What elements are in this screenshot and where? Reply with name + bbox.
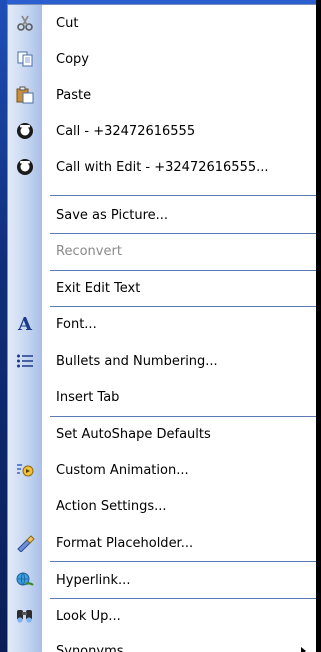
menu-item-label: Reconvert <box>56 243 122 259</box>
menu-separator <box>50 195 316 196</box>
menu-item-label: Cut <box>56 15 79 31</box>
menu-item-label: Save as Picture... <box>56 207 169 223</box>
menu-item-label: Synonyms <box>56 643 124 652</box>
submenu-arrow-icon <box>301 647 306 652</box>
menu-item-label: Call - +32472616555 <box>56 123 196 139</box>
menu-item-label: Font... <box>56 316 97 332</box>
hyperlink-icon <box>8 562 42 598</box>
menu-item-label: Custom Animation... <box>56 462 189 478</box>
menu-item-label: Set AutoShape Defaults <box>56 426 211 442</box>
menu-item-set-autoshape-defaults[interactable]: Set AutoShape Defaults <box>8 416 316 452</box>
menu-item-label: Look Up... <box>56 608 121 624</box>
menu-item-look-up[interactable]: Look Up... <box>8 598 316 634</box>
bullets-icon <box>8 343 42 379</box>
font-icon: A <box>18 313 32 335</box>
menu-item-reconvert[interactable]: Reconvert <box>8 233 316 269</box>
window-edge-left <box>0 0 7 652</box>
menu-item-copy[interactable]: Copy <box>8 41 316 77</box>
menu-item-bullets-and-numbering[interactable]: Bullets and Numbering... <box>8 343 316 379</box>
menu-item-insert-tab[interactable]: Insert Tab <box>8 379 316 415</box>
menu-item-label: Insert Tab <box>56 389 120 405</box>
format-icon <box>8 525 42 561</box>
copy-icon <box>8 41 42 77</box>
paste-icon <box>8 77 42 113</box>
menu-item-label: Format Placeholder... <box>56 535 194 551</box>
menu-item-exit-edit-text[interactable]: Exit Edit Text <box>8 270 316 306</box>
menu-item-label: Hyperlink... <box>56 572 131 588</box>
menu-item-format-placeholder[interactable]: Format Placeholder... <box>8 525 316 561</box>
menu-item-call-with-edit[interactable]: Call with Edit - +32472616555... <box>8 149 316 185</box>
menu-item-synonyms[interactable]: Synonyms <box>8 633 316 652</box>
menu-item-cut[interactable]: Cut <box>8 5 316 41</box>
menu-item-custom-animation[interactable]: Custom Animation... <box>8 452 316 488</box>
scissors-icon <box>8 5 42 41</box>
menu-item-action-settings[interactable]: Action Settings... <box>8 488 316 524</box>
menu-item-hyperlink[interactable]: Hyperlink... <box>8 562 316 598</box>
lookup-icon <box>8 598 42 634</box>
menu-item-label: Bullets and Numbering... <box>56 353 218 369</box>
menu-item-label: Copy <box>56 51 89 67</box>
menu-item-label: Exit Edit Text <box>56 280 141 296</box>
animation-icon <box>8 452 42 488</box>
menu-item-label: Paste <box>56 87 92 103</box>
menu-item-save-as-picture[interactable]: Save as Picture... <box>8 197 316 233</box>
menu-item-label: Call with Edit - +32472616555... <box>56 159 269 175</box>
phone-icon <box>8 113 42 149</box>
menu-item-call[interactable]: Call - +32472616555 <box>8 113 316 149</box>
context-menu: Cut Copy Paste Call - +32472616555 Call … <box>7 4 316 652</box>
phone-icon <box>8 149 42 185</box>
menu-item-paste[interactable]: Paste <box>8 77 316 113</box>
menu-item-label: Action Settings... <box>56 498 167 514</box>
window-edge-right <box>316 0 321 652</box>
menu-item-font[interactable]: A Font... <box>8 306 316 342</box>
